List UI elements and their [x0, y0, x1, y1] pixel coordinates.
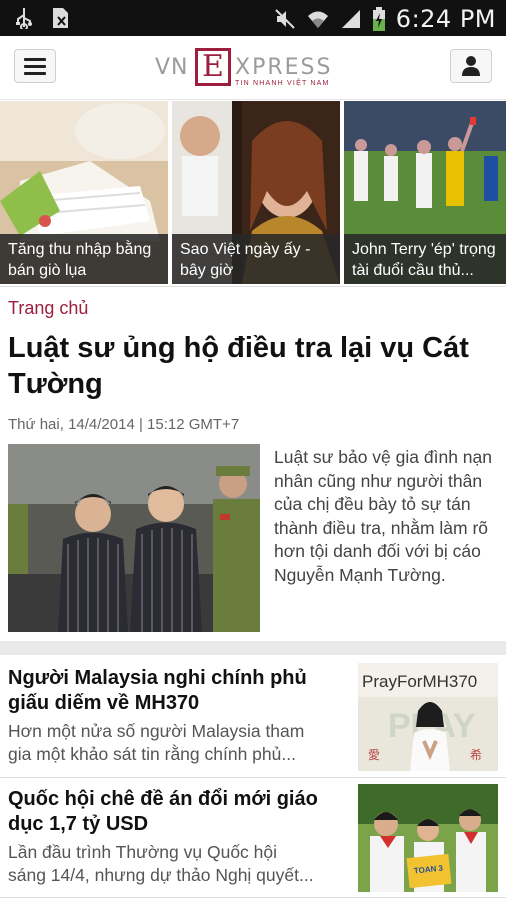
logo-tagline: TIN NHANH VIỆT NAM	[235, 80, 330, 87]
story-item[interactable]: Quốc hội chê đề án đổi mới giáo dục 1,7 …	[0, 779, 506, 897]
svg-text:愛: 愛	[368, 748, 380, 762]
divider	[0, 777, 506, 778]
prayformh370-photo: PrayForMH370 PLAY 愛 希	[358, 663, 498, 771]
students-photo: TOAN 3	[358, 784, 498, 892]
story-title[interactable]: Người Malaysia nghi chính phủ giấu diếm …	[8, 666, 348, 716]
featured-item[interactable]: Sao Việt ngày ấy - bây giờ	[172, 101, 340, 284]
story-snippet: Lần đầu trình Thường vụ Quốc hội sáng 14…	[8, 842, 314, 885]
sim-card-icon	[53, 8, 68, 28]
app-header: VN E XPRESS TIN NHANH VIỆT NAM	[0, 36, 506, 100]
wifi-icon	[307, 11, 328, 28]
thumb-banner-text: PrayForMH370	[362, 672, 477, 691]
battery-charging-icon	[372, 7, 385, 31]
svg-text:希: 希	[470, 747, 482, 762]
story-item[interactable]: Người Malaysia nghi chính phủ giấu diếm …	[0, 658, 506, 776]
logo-e-box: E	[195, 48, 231, 86]
article-headline[interactable]: Luật sư ủng hộ điều tra lại vụ Cát Tường	[8, 330, 498, 402]
divider	[0, 286, 506, 287]
signal-icon	[341, 10, 360, 28]
featured-caption: Sao Việt ngày ấy - bây giờ	[172, 234, 340, 284]
breadcrumb[interactable]: Trang chủ	[8, 298, 88, 319]
story-snippet: Hơn một nửa số người Malaysia tham gia m…	[8, 721, 305, 764]
section-separator	[0, 641, 506, 655]
mute-icon	[275, 9, 295, 29]
account-button[interactable]	[450, 49, 492, 83]
hamburger-icon	[24, 54, 46, 79]
status-bar: 6:24 PM	[0, 0, 506, 36]
article-image[interactable]	[8, 444, 260, 632]
vnexpress-logo[interactable]: VN E XPRESS TIN NHANH VIỆT NAM	[155, 48, 355, 92]
featured-caption: Tăng thu nhập bằng bán giò lụa	[0, 234, 168, 284]
featured-item[interactable]: John Terry 'ép' trọng tài đuổi cầu thủ..…	[344, 101, 506, 284]
story-thumbnail[interactable]: PrayForMH370 PLAY 愛 希	[358, 663, 498, 771]
story-thumbnail[interactable]: TOAN 3	[358, 784, 498, 892]
divider	[0, 897, 506, 898]
courtroom-photo	[8, 444, 260, 632]
logo-vn-text: VN	[155, 55, 189, 80]
article-dateline: Thứ hai, 14/4/2014 | 15:12 GMT+7	[8, 416, 240, 433]
story-title[interactable]: Quốc hội chê đề án đổi mới giáo dục 1,7 …	[8, 787, 348, 837]
usb-icon	[16, 8, 32, 29]
menu-button[interactable]	[14, 49, 56, 83]
featured-carousel[interactable]: Tăng thu nhập bằng bán giò lụa Sao Việt …	[0, 101, 506, 284]
user-icon	[462, 56, 480, 76]
clock: 6:24 PM	[395, 5, 496, 33]
featured-item[interactable]: Tăng thu nhập bằng bán giò lụa	[0, 101, 168, 284]
article-lead: Luật sư bảo vệ gia đình nạn nhân cũng nh…	[274, 447, 492, 585]
featured-caption: John Terry 'ép' trọng tài đuổi cầu thủ..…	[344, 234, 506, 284]
logo-xpress-text: XPRESS	[235, 55, 333, 80]
